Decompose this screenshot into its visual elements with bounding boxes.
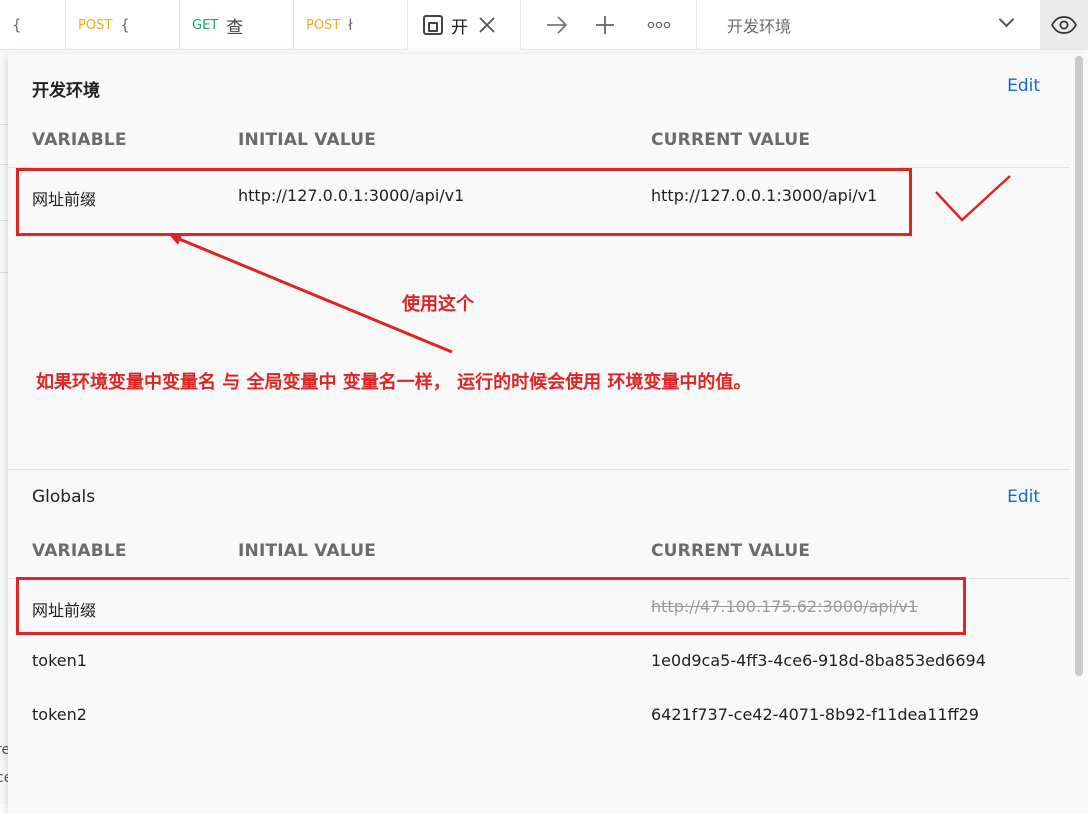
check-mark-icon [935, 175, 1011, 222]
annotation-overlay [169, 175, 1011, 354]
annotation-arrow [169, 233, 453, 354]
